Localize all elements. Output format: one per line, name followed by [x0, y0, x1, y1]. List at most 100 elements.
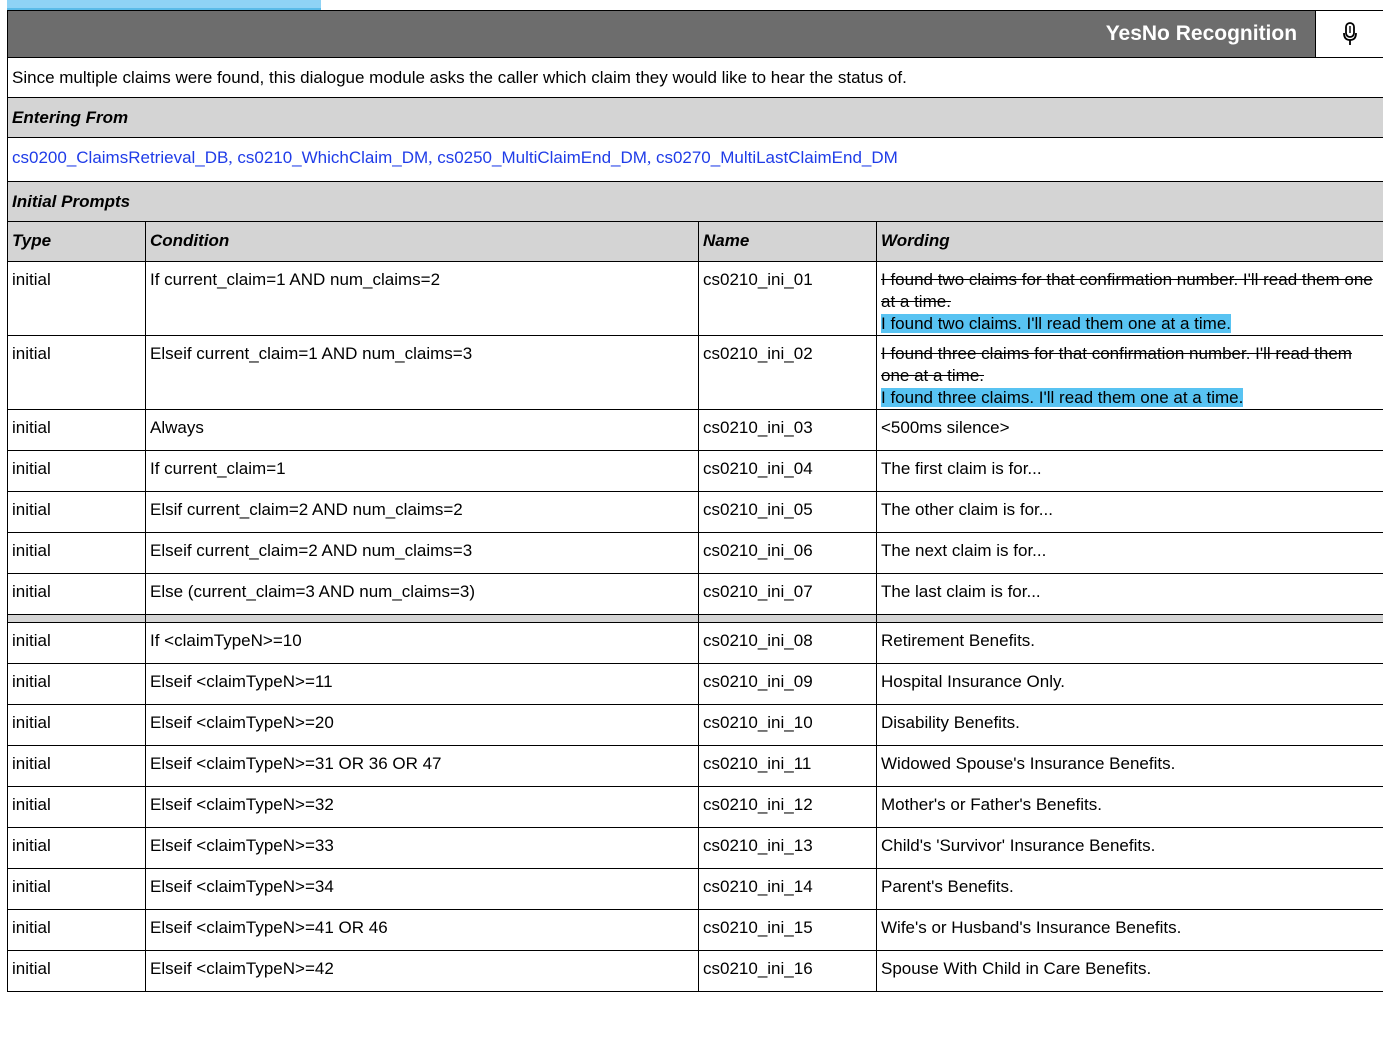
group-separator-row	[7, 614, 1383, 623]
prompt-condition: Else (current_claim=3 AND num_claims=3)	[145, 573, 699, 615]
prompt-wording: Mother's or Father's Benefits.	[875, 786, 1383, 828]
link-which-claim-dm[interactable]: cs0210_WhichClaim_DM	[237, 148, 428, 167]
top-highlight-strip	[7, 0, 321, 10]
prompt-row: initial If current_claim=1 cs0210_ini_04 Th…	[7, 450, 1383, 492]
prompt-condition: Elseif <claimTypeN>=34	[145, 868, 699, 910]
prompt-condition: Always	[145, 409, 699, 451]
entering-from-header-row: Entering From	[6, 97, 1383, 138]
revised-wording: I found three claims. I'll read them one…	[881, 388, 1244, 407]
prompt-name: cs0210_ini_03	[698, 409, 877, 451]
prompt-wording: I found three claims for that confirmati…	[875, 335, 1383, 410]
prompt-type: initial	[7, 663, 146, 705]
prompt-wording: Wife's or Husband's Insurance Benefits.	[875, 909, 1383, 951]
prompt-name: cs0210_ini_06	[698, 532, 877, 574]
separator-cell	[698, 614, 877, 623]
prompt-name: cs0210_ini_10	[698, 704, 877, 746]
struck-wording: I found two claims for that confirmation…	[881, 270, 1373, 311]
column-header-condition: Condition	[145, 221, 699, 262]
prompt-condition: Elseif <claimTypeN>=20	[145, 704, 699, 746]
prompt-name: cs0210_ini_16	[698, 950, 877, 992]
prompt-condition: If current_claim=1 AND num_claims=2	[145, 261, 699, 336]
link-separator: ,	[228, 148, 233, 167]
prompt-name: cs0210_ini_12	[698, 786, 877, 828]
prompt-wording: Hospital Insurance Only.	[875, 663, 1383, 705]
link-separator: ,	[428, 148, 433, 167]
prompt-type: initial	[7, 786, 146, 828]
prompt-wording: Parent's Benefits.	[875, 868, 1383, 910]
prompt-type: initial	[7, 491, 146, 533]
prompt-condition: Elseif <claimTypeN>=32	[145, 786, 699, 828]
link-multi-claim-end-dm[interactable]: cs0250_MultiClaimEnd_DM	[437, 148, 647, 167]
initial-prompts-header-row: Initial Prompts	[6, 181, 1383, 222]
prompt-wording: The next claim is for...	[875, 532, 1383, 574]
prompt-row: initial Elseif current_claim=2 AND num_cl…	[7, 532, 1383, 574]
prompt-row: initial Elseif <claimTypeN>=42 cs0210_ini_…	[7, 950, 1383, 992]
struck-wording: I found three claims for that confirmati…	[881, 344, 1352, 385]
prompt-condition: If current_claim=1	[145, 450, 699, 492]
microphone-icon	[1315, 11, 1383, 57]
prompt-row: initial Elseif <claimTypeN>=20 cs0210_ini_…	[7, 704, 1383, 746]
prompt-wording: Spouse With Child in Care Benefits.	[875, 950, 1383, 992]
separator-cell	[145, 614, 699, 623]
separator-cell	[875, 614, 1383, 623]
prompt-condition: Elseif current_claim=1 AND num_claims=3	[145, 335, 699, 410]
prompt-row: initial Elseif <claimTypeN>=11 cs0210_ini_…	[7, 663, 1383, 705]
prompt-name: cs0210_ini_15	[698, 909, 877, 951]
initial-prompts-label: Initial Prompts	[6, 181, 1383, 222]
prompt-condition: Elsif current_claim=2 AND num_claims=2	[145, 491, 699, 533]
prompt-name: cs0210_ini_05	[698, 491, 877, 533]
prompt-wording: Child's 'Survivor' Insurance Benefits.	[875, 827, 1383, 869]
link-multi-last-claim-end-dm[interactable]: cs0270_MultiLastClaimEnd_DM	[656, 148, 898, 167]
prompt-wording: The first claim is for...	[875, 450, 1383, 492]
prompt-condition: Elseif current_claim=2 AND num_claims=3	[145, 532, 699, 574]
prompt-type: initial	[7, 450, 146, 492]
prompt-wording: Retirement Benefits.	[875, 622, 1383, 664]
prompt-name: cs0210_ini_13	[698, 827, 877, 869]
prompt-wording: The last claim is for...	[875, 573, 1383, 615]
module-header-row: YesNo Recognition	[6, 10, 1383, 58]
prompt-row: initial Elseif <claimTypeN>=33 cs0210_ini_…	[7, 827, 1383, 869]
column-header-name: Name	[698, 221, 877, 262]
prompt-wording: The other claim is for...	[875, 491, 1383, 533]
prompt-type: initial	[7, 827, 146, 869]
prompt-row: initial Elsif current_claim=2 AND num_cla…	[7, 491, 1383, 533]
prompt-type: initial	[7, 745, 146, 787]
prompt-row: initial Always cs0210_ini_03 <500ms silence…	[7, 409, 1383, 451]
prompt-type: initial	[7, 573, 146, 615]
prompt-wording: I found two claims for that confirmation…	[875, 261, 1383, 336]
prompt-wording: Widowed Spouse's Insurance Benefits.	[875, 745, 1383, 787]
prompt-name: cs0210_ini_14	[698, 868, 877, 910]
prompt-wording: Disability Benefits.	[875, 704, 1383, 746]
prompt-name: cs0210_ini_11	[698, 745, 877, 787]
entering-from-links-row: cs0200_ClaimsRetrieval_DB, cs0210_WhichC…	[6, 137, 1383, 182]
dialogue-module-spec: YesNo Recognition Since multiple claims …	[6, 10, 1383, 992]
prompt-type: initial	[7, 532, 146, 574]
separator-cell	[7, 614, 146, 623]
prompt-condition: Elseif <claimTypeN>=33	[145, 827, 699, 869]
prompt-condition: If <claimTypeN>=10	[145, 622, 699, 664]
spec-table: YesNo Recognition Since multiple claims …	[6, 10, 1383, 992]
prompt-type: initial	[7, 868, 146, 910]
column-header-row: Type Condition Name Wording	[7, 221, 1383, 262]
prompt-type: initial	[7, 261, 146, 336]
module-type-title: YesNo Recognition	[1095, 14, 1316, 54]
description-row: Since multiple claims were found, this d…	[6, 57, 1383, 98]
prompt-type: initial	[7, 950, 146, 992]
prompt-row: initial If current_claim=1 AND num_claims…	[7, 261, 1383, 336]
prompt-condition: Elseif <claimTypeN>=41 OR 46	[145, 909, 699, 951]
prompt-type: initial	[7, 622, 146, 664]
prompt-condition: Elseif <claimTypeN>=11	[145, 663, 699, 705]
prompt-type: initial	[7, 909, 146, 951]
prompt-name: cs0210_ini_07	[698, 573, 877, 615]
prompt-wording: <500ms silence>	[875, 409, 1383, 451]
link-claims-retrieval-db[interactable]: cs0200_ClaimsRetrieval_DB	[12, 148, 228, 167]
revised-wording: I found two claims. I'll read them one a…	[881, 314, 1232, 333]
prompt-row: initial Elseif <claimTypeN>=32 cs0210_ini_…	[7, 786, 1383, 828]
prompt-name: cs0210_ini_04	[698, 450, 877, 492]
entering-from-label: Entering From	[6, 97, 1383, 138]
prompt-name: cs0210_ini_08	[698, 622, 877, 664]
prompt-type: initial	[7, 704, 146, 746]
prompt-row: initial Elseif current_claim=1 AND num_cl…	[7, 335, 1383, 410]
prompt-type: initial	[7, 335, 146, 410]
prompt-row: initial Elseif <claimTypeN>=31 OR 36 OR 4…	[7, 745, 1383, 787]
